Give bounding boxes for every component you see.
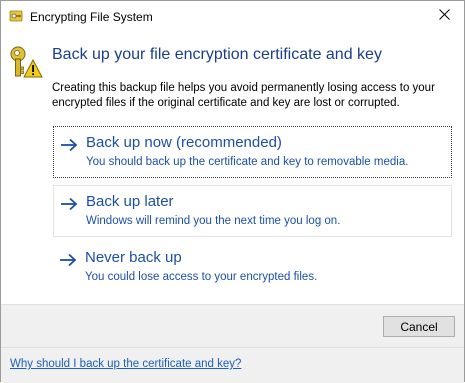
back-up-later-link[interactable]: Back up later Windows will remind you th… xyxy=(53,185,452,237)
back-up-later-subtitle: Windows will remind you the next time yo… xyxy=(86,215,341,227)
back-up-now-title: Back up now (recommended) xyxy=(86,134,282,151)
key-warning-icon xyxy=(9,45,43,79)
description-text: Creating this backup file helps you avoi… xyxy=(52,82,435,109)
never-back-up-subtitle: You could lose access to your encrypted … xyxy=(85,271,318,283)
arrow-right-icon xyxy=(60,138,78,152)
never-back-up-link[interactable]: Never back up You could lose access to y… xyxy=(53,242,452,294)
arrow-right-icon xyxy=(60,197,78,211)
back-up-now-subtitle: You should back up the certificate and k… xyxy=(86,156,409,168)
arrow-right-icon xyxy=(59,253,77,267)
cancel-button[interactable]: Cancel xyxy=(383,316,455,337)
back-up-now-link[interactable]: Back up now (recommended) You should bac… xyxy=(53,126,452,178)
close-icon xyxy=(438,7,450,25)
help-link[interactable]: Why should I back up the certificate and… xyxy=(10,358,241,370)
back-up-later-title: Back up later xyxy=(86,193,174,210)
button-bar: Cancel xyxy=(1,304,464,347)
window-title: Encrypting File System xyxy=(30,10,153,24)
footer: Why should I back up the certificate and… xyxy=(1,347,464,383)
close-button[interactable] xyxy=(424,1,464,31)
efs-dialog: Encrypting File System Back up your file xyxy=(0,0,465,383)
page-title: Back up your file encryption certificate… xyxy=(52,46,382,63)
never-back-up-title: Never back up xyxy=(85,249,182,266)
title-bar[interactable]: Encrypting File System xyxy=(1,1,464,31)
efs-key-icon xyxy=(9,9,23,23)
